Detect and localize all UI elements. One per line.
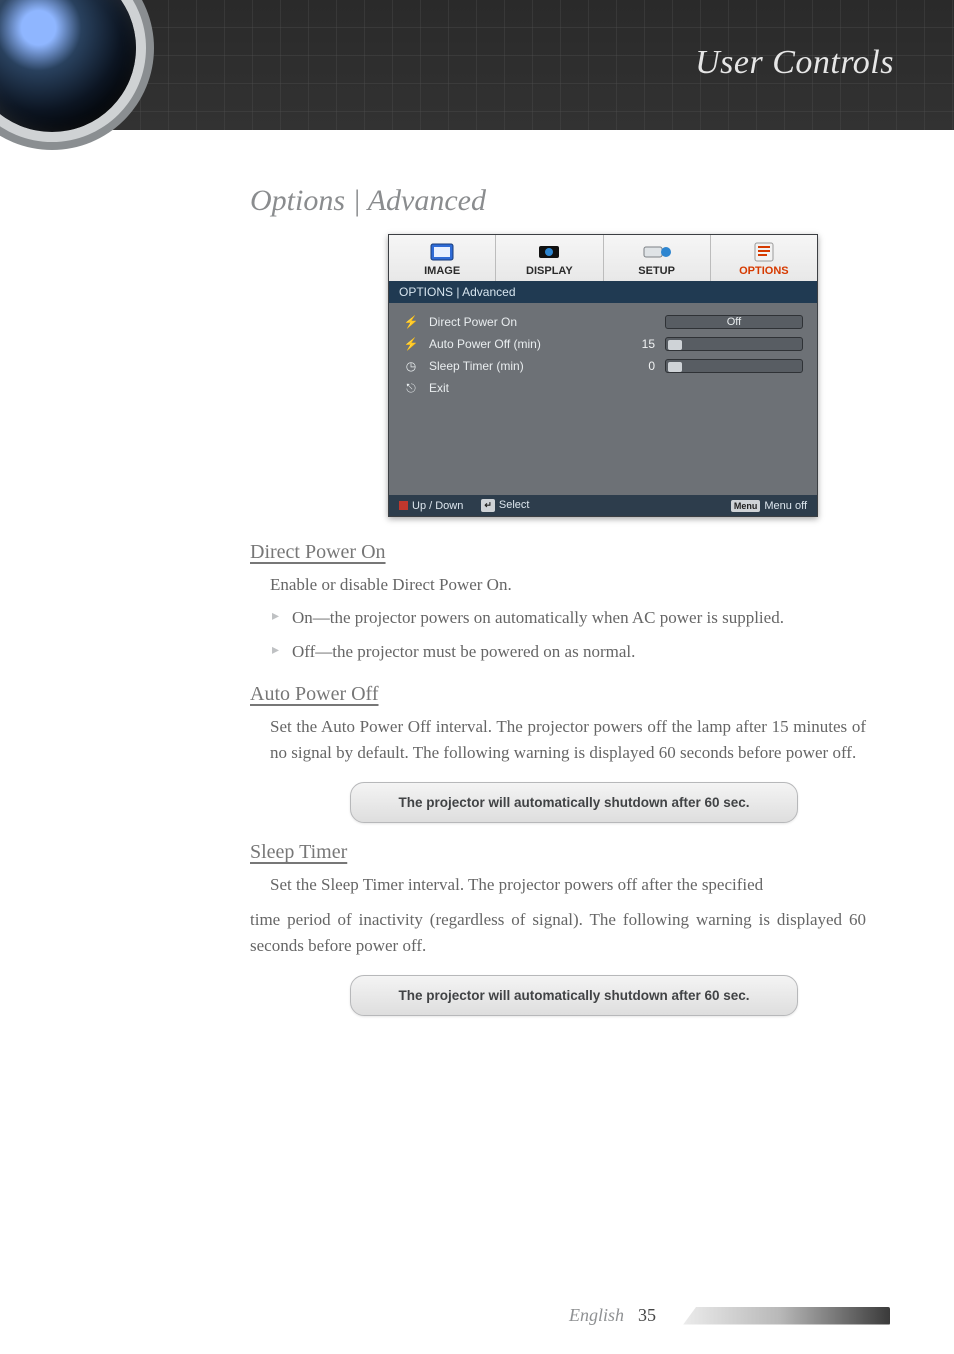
setup-icon [642, 241, 672, 263]
osd-tab-bar: IMAGE DISPLAY SETUP OPTIONS [389, 235, 817, 281]
display-icon [535, 241, 563, 263]
osd-row-label: Sleep Timer (min) [429, 359, 619, 373]
options-icon [751, 241, 777, 263]
para-sleep-timer-1: Set the Sleep Timer interval. The projec… [270, 872, 866, 898]
para-auto-power-off: Set the Auto Power Off interval. The pro… [270, 714, 866, 767]
clock-icon: ◷ [403, 358, 419, 374]
enter-key-icon: ↵ [481, 499, 495, 512]
bullet-off: Off—the projector must be powered on as … [292, 638, 866, 665]
plug-icon: ⚡ [403, 336, 419, 352]
page-body: Options | Advanced IMAGE DISPLAY SETUP O… [0, 130, 954, 1016]
exit-icon: ⎋ [403, 380, 419, 396]
footer-language: English [569, 1305, 624, 1326]
page-header: User Controls [0, 0, 954, 130]
shutdown-toast: The projector will automatically shutdow… [350, 975, 798, 1016]
osd-row-auto-power-off[interactable]: ⚡ Auto Power Off (min) 15 [403, 333, 803, 355]
osd-body: ⚡ Direct Power On Off ⚡ Auto Power Off (… [389, 303, 817, 495]
slider-knob [668, 362, 682, 372]
footer-wedge [670, 1307, 890, 1325]
osd-footer: Up / Down ↵Select MenuMenu off [389, 495, 817, 516]
osd-slider[interactable] [665, 359, 803, 373]
osd-row-direct-power-on[interactable]: ⚡ Direct Power On Off [403, 311, 803, 333]
osd-tab-label: SETUP [638, 265, 675, 277]
osd-row-sleep-timer[interactable]: ◷ Sleep Timer (min) 0 [403, 355, 803, 377]
osd-tab-label: DISPLAY [526, 265, 573, 277]
menu-key-icon: Menu [731, 500, 761, 512]
plug-icon: ⚡ [403, 314, 419, 330]
osd-row-label: Exit [429, 381, 619, 395]
slider-knob [668, 340, 682, 350]
lens-graphic [0, 0, 136, 132]
image-icon [428, 241, 456, 263]
heading-sleep-timer: Sleep Timer [250, 841, 866, 864]
osd-row-label: Direct Power On [429, 315, 619, 329]
osd-row-label: Auto Power Off (min) [429, 337, 619, 351]
osd-value-pill[interactable]: Off [665, 315, 803, 329]
osd-tab-label: OPTIONS [739, 265, 789, 277]
page-number: 35 [638, 1305, 656, 1326]
hint-menuoff: MenuMenu off [731, 500, 807, 512]
osd-breadcrumb: OPTIONS | Advanced [389, 281, 817, 303]
hint-select: ↵Select [481, 499, 529, 512]
red-square-icon [399, 501, 408, 510]
heading-auto-power-off: Auto Power Off [250, 683, 866, 706]
osd-row-value: 0 [629, 359, 655, 373]
osd-tab-image[interactable]: IMAGE [389, 235, 496, 281]
hint-updown: Up / Down [399, 500, 463, 512]
osd-row-exit[interactable]: ⎋ Exit [403, 377, 803, 399]
osd-screenshot: IMAGE DISPLAY SETUP OPTIONS OPTIONS | Ad… [388, 234, 818, 517]
page-title: User Controls [695, 44, 894, 82]
section-heading: Options | Advanced [250, 184, 866, 218]
para-sleep-timer-2: time period of inactivity (regardless of… [250, 907, 866, 960]
shutdown-toast: The projector will automatically shutdow… [350, 782, 798, 823]
bullet-on: On—the projector powers on automatically… [292, 604, 866, 631]
osd-row-value: 15 [629, 337, 655, 351]
page-footer: English 35 [569, 1305, 890, 1326]
osd-slider[interactable] [665, 337, 803, 351]
osd-tab-setup[interactable]: SETUP [604, 235, 711, 281]
osd-tab-label: IMAGE [424, 265, 460, 277]
osd-tab-options[interactable]: OPTIONS [711, 235, 817, 281]
heading-direct-power-on: Direct Power On [250, 541, 866, 564]
para-direct-power-on: Enable or disable Direct Power On. [270, 572, 866, 598]
osd-tab-display[interactable]: DISPLAY [496, 235, 603, 281]
